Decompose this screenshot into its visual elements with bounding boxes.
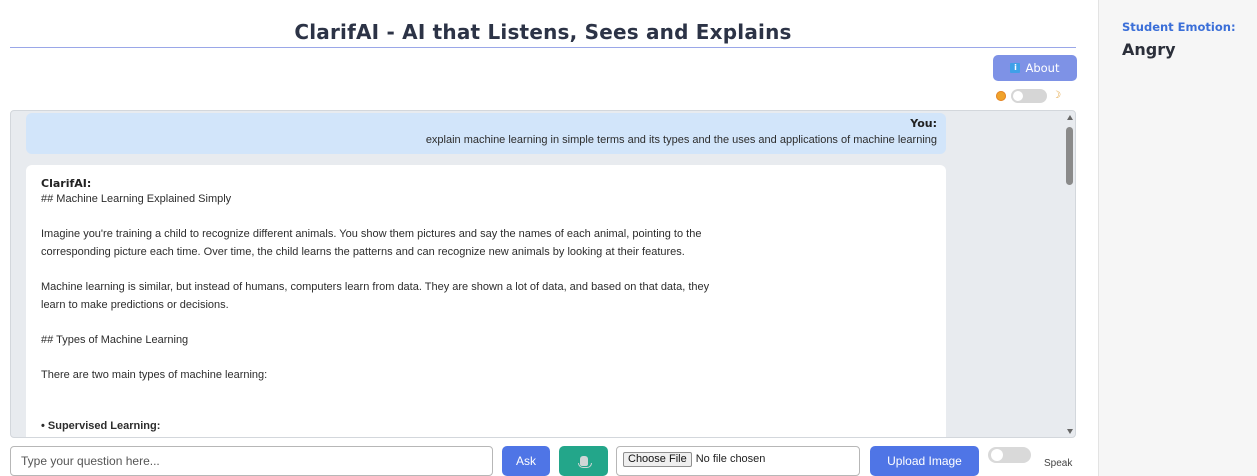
- upload-image-button[interactable]: Upload Image: [870, 446, 979, 476]
- switch-knob: [991, 449, 1003, 461]
- title-divider: [10, 47, 1076, 48]
- choose-file-button[interactable]: Choose File: [623, 452, 692, 467]
- ai-heading-line: ## Types of Machine Learning: [41, 334, 189, 346]
- ai-message: ClarifAI: ## Machine Learning Explained …: [26, 165, 946, 437]
- ai-paragraph-line: Imagine you're training a child to recog…: [41, 228, 702, 240]
- ai-label: ClarifAI:: [41, 177, 92, 190]
- info-icon: i: [1010, 63, 1021, 73]
- user-message: You: explain machine learning in simple …: [26, 113, 946, 154]
- ai-paragraph-line: learn to make predictions or decisions.: [41, 299, 229, 311]
- scroll-thumb[interactable]: [1066, 127, 1073, 185]
- emotion-value: Angry: [1122, 40, 1176, 59]
- ask-button[interactable]: Ask: [502, 446, 550, 476]
- emotion-label: Student Emotion:: [1122, 20, 1236, 34]
- ai-paragraph-line: corresponding picture each time. Over ti…: [41, 246, 685, 258]
- voice-input-button[interactable]: [559, 446, 608, 476]
- chat-scrollbar[interactable]: [1064, 111, 1075, 437]
- ai-bullet-line: • Supervised Learning:: [41, 420, 161, 432]
- file-status: No file chosen: [695, 453, 766, 465]
- sun-icon: [996, 91, 1006, 101]
- question-input[interactable]: [10, 446, 493, 476]
- theme-toggle[interactable]: ☽: [996, 89, 1061, 103]
- emotion-sidebar: Student Emotion: Angry: [1098, 0, 1257, 476]
- scroll-down-arrow-icon[interactable]: [1067, 429, 1073, 434]
- moon-icon: ☽: [1052, 90, 1061, 101]
- theme-switch[interactable]: [1011, 89, 1047, 103]
- about-label: About: [1025, 61, 1060, 75]
- user-message-text: explain machine learning in simple terms…: [425, 134, 937, 146]
- about-button[interactable]: i About: [993, 55, 1077, 81]
- scroll-up-arrow-icon[interactable]: [1067, 115, 1073, 120]
- ai-paragraph-line: Machine learning is similar, but instead…: [41, 281, 710, 293]
- speak-label: Speak: [1044, 458, 1073, 469]
- ai-paragraph-line: There are two main types of machine lear…: [41, 369, 268, 381]
- chat-area[interactable]: You: explain machine learning in simple …: [10, 110, 1076, 438]
- microphone-icon: [577, 456, 592, 468]
- main-panel: ClarifAI - AI that Listens, Sees and Exp…: [0, 0, 1098, 476]
- user-label: You:: [910, 117, 937, 130]
- ai-heading-line: ## Machine Learning Explained Simply: [41, 193, 232, 205]
- app-title: ClarifAI - AI that Listens, Sees and Exp…: [294, 20, 792, 44]
- speak-toggle[interactable]: [988, 447, 1031, 463]
- switch-knob: [1013, 91, 1023, 101]
- file-input[interactable]: Choose File No file chosen: [616, 446, 860, 476]
